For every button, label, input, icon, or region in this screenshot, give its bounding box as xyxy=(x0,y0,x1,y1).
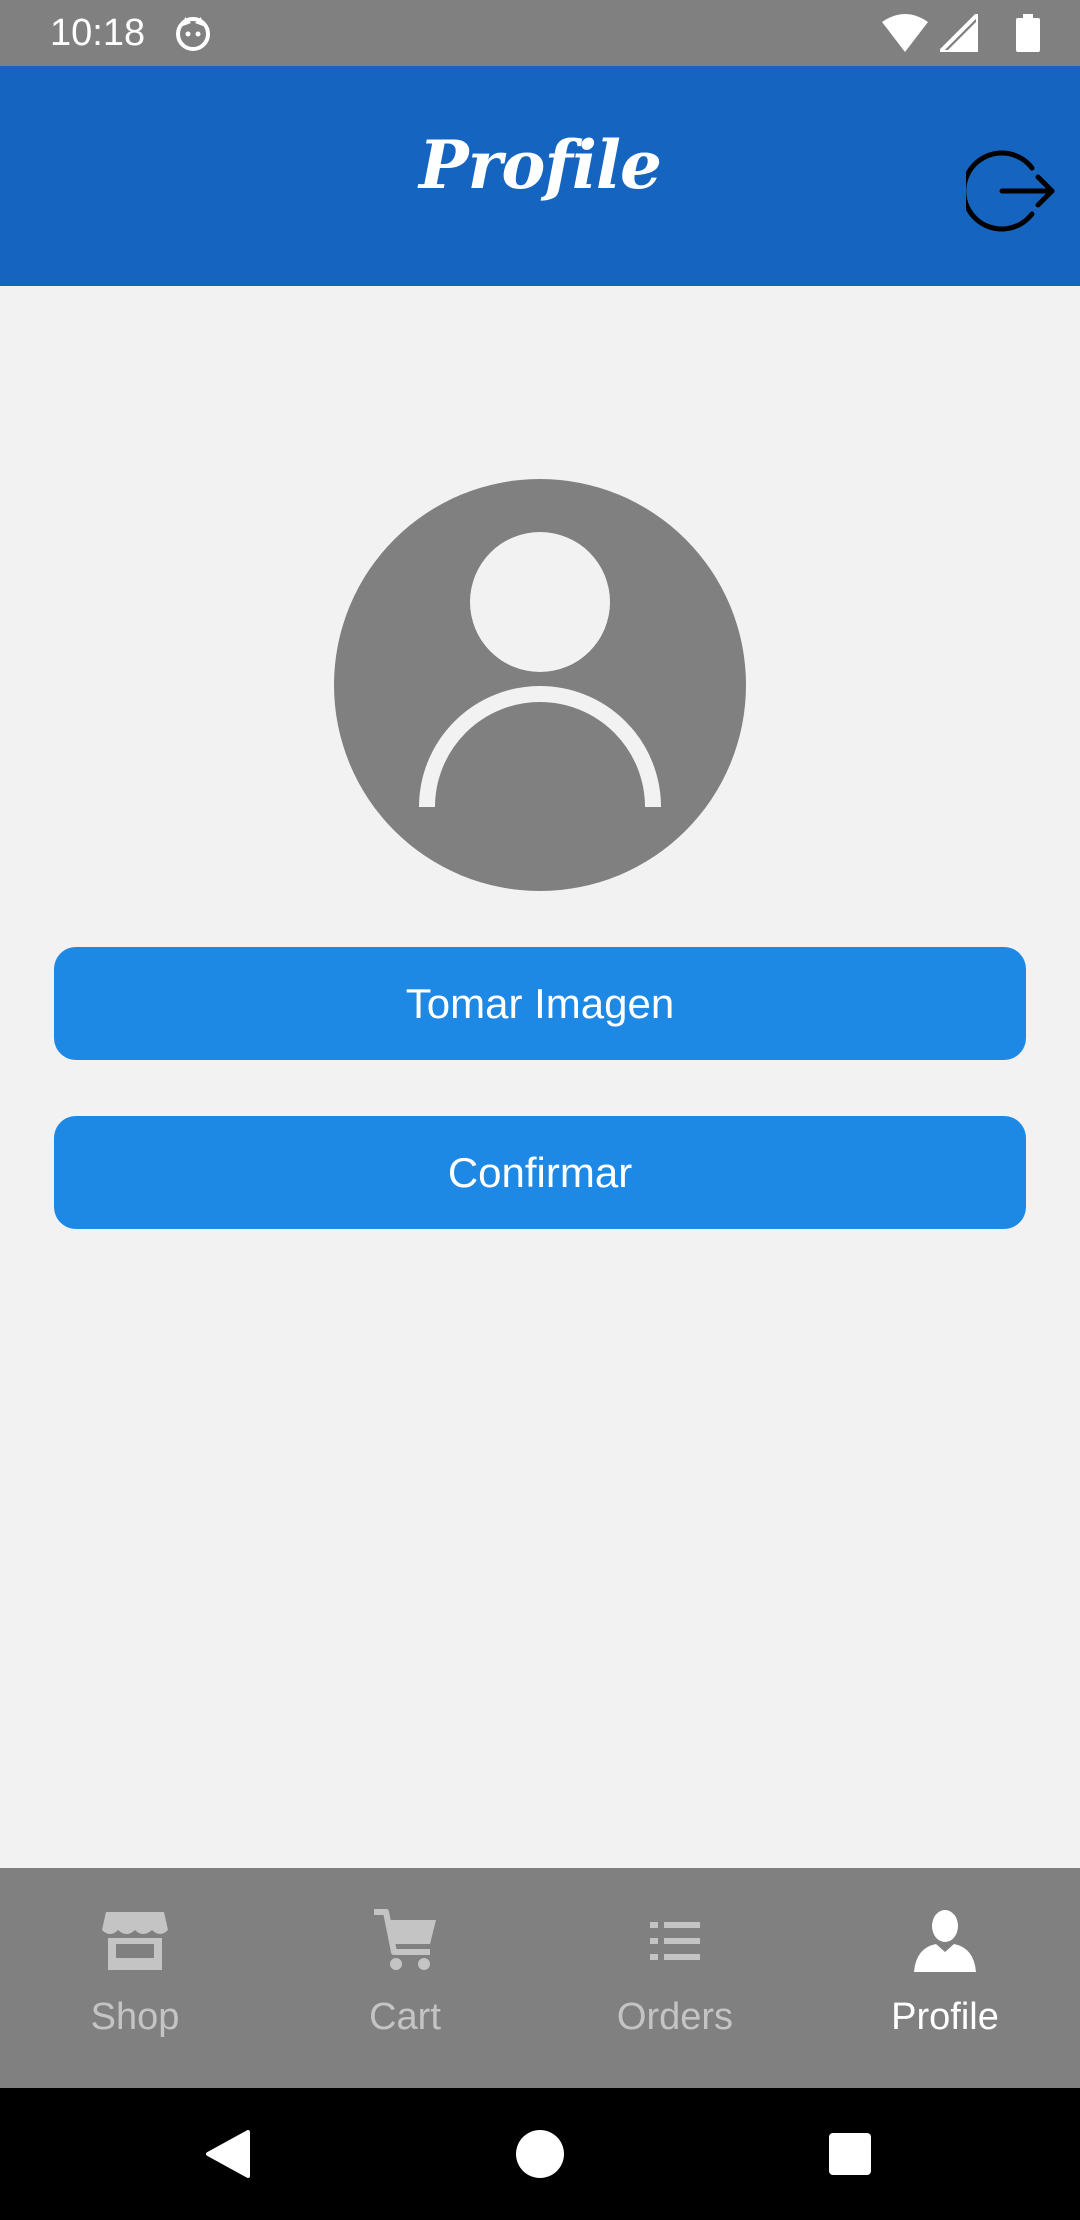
recents-icon[interactable] xyxy=(829,2133,871,2175)
cat-notification-icon xyxy=(176,17,210,51)
avatar xyxy=(334,479,746,891)
app-bar: Profile xyxy=(0,66,1080,286)
system-nav-bar xyxy=(0,2088,1080,2220)
nav-item-profile[interactable]: Profile xyxy=(810,1868,1080,2088)
home-icon[interactable] xyxy=(516,2130,564,2178)
wifi-icon xyxy=(882,14,928,52)
nav-label-profile: Profile xyxy=(891,1996,999,2038)
nav-item-orders[interactable]: Orders xyxy=(540,1868,810,2088)
page-title: Profile xyxy=(419,126,662,204)
nav-item-cart[interactable]: Cart xyxy=(270,1868,540,2088)
status-bar: 10:18 xyxy=(0,0,1080,66)
logout-icon xyxy=(961,150,1055,232)
cart-icon xyxy=(374,1909,436,1970)
confirm-button[interactable]: Confirmar xyxy=(54,1116,1026,1229)
nav-label-orders: Orders xyxy=(616,1996,734,2038)
take-image-button[interactable]: Tomar Imagen xyxy=(54,947,1026,1060)
back-icon[interactable] xyxy=(204,2130,250,2178)
person-icon xyxy=(914,1910,976,1972)
status-time: 10:18 xyxy=(50,12,146,54)
person-placeholder-icon xyxy=(419,532,661,808)
battery-icon xyxy=(1016,14,1040,52)
nav-item-shop[interactable]: Shop xyxy=(0,1868,270,2088)
list-icon xyxy=(650,1922,700,1960)
bottom-nav: Shop Cart Orders Profile xyxy=(0,1868,1080,2088)
store-icon xyxy=(102,1912,168,1970)
signal-icon xyxy=(940,14,978,52)
nav-label-shop: Shop xyxy=(90,1996,180,2038)
nav-label-cart: Cart xyxy=(369,1996,441,2038)
logout-button[interactable] xyxy=(961,146,1056,236)
